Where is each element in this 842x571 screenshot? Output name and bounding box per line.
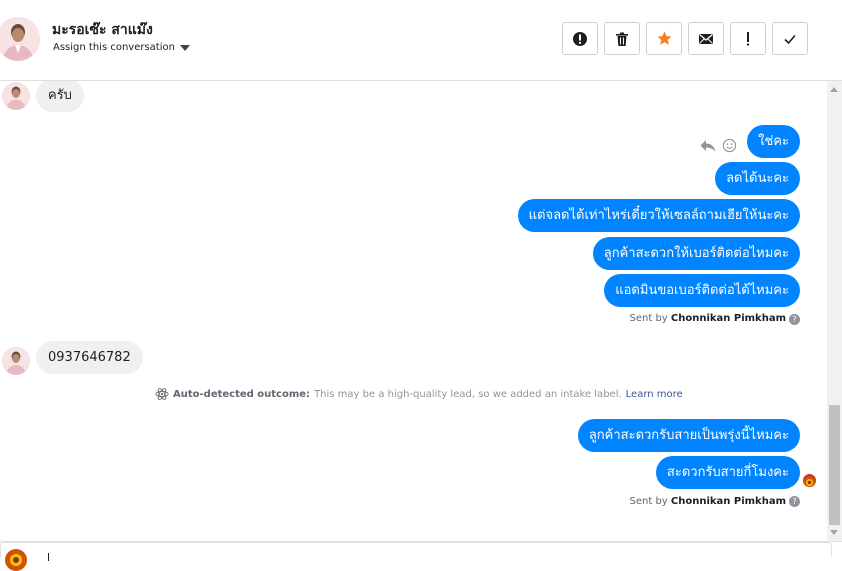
incoming-message[interactable]: 0937646782 — [36, 341, 143, 374]
action-toolbar — [562, 22, 808, 55]
seen-avatar-icon — [803, 474, 816, 487]
outgoing-message[interactable]: แต่จลดได้เท่าไหร่เดี๋ยวให้เซลล์ถามเฮียให… — [517, 199, 800, 232]
reply-input[interactable] — [0, 542, 832, 571]
sent-by-name: Chonnikan Pimkham — [670, 496, 786, 507]
reaction-smiley-icon[interactable] — [722, 138, 737, 157]
contact-avatar[interactable] — [0, 17, 40, 61]
outcome-text: This may be a high-quality lead, so we a… — [314, 388, 622, 400]
trash-icon — [616, 32, 628, 46]
conversation-header: มะรอเซ๊ะ สาแม๊ง Assign this conversation — [0, 0, 842, 81]
thread-scrollbar[interactable] — [827, 81, 842, 541]
scroll-down-arrow-icon[interactable] — [830, 530, 838, 535]
checkmark-icon — [784, 34, 796, 44]
auto-detected-outcome: Auto-detected outcome: This may be a hig… — [155, 387, 683, 401]
mark-spam-button[interactable] — [562, 22, 598, 55]
sent-by-label: Sent by Chonnikan Pimkham — [630, 496, 787, 507]
message-thread: ครับ ใช่คะ ลดได้นะคะ แต่จลดได้เท่าไหร่เด… — [0, 81, 827, 541]
reply-icon[interactable] — [700, 138, 716, 157]
sent-by-name: Chonnikan Pimkham — [670, 313, 786, 324]
star-button[interactable] — [646, 22, 682, 55]
sender-avatar — [2, 347, 30, 375]
atom-icon — [155, 388, 169, 400]
follow-up-button[interactable] — [730, 22, 766, 55]
sender-avatar — [2, 82, 30, 110]
alert-circle-icon — [573, 31, 587, 46]
sent-by-label: Sent by Chonnikan Pimkham — [630, 313, 787, 324]
message-composer — [0, 541, 842, 571]
exclamation-icon — [747, 31, 749, 45]
help-icon[interactable]: ? — [789, 314, 800, 325]
help-icon[interactable]: ? — [789, 496, 800, 507]
star-icon — [656, 31, 672, 45]
scrollbar-thumb[interactable] — [829, 405, 840, 525]
assign-label: Assign this conversation — [53, 42, 175, 53]
outgoing-message[interactable]: ลูกค้าสะดวกให้เบอร์ติดต่อไหมคะ — [592, 237, 800, 270]
envelope-icon — [699, 33, 713, 44]
outgoing-message[interactable]: ใช่คะ — [747, 125, 800, 158]
text-cursor — [48, 553, 49, 561]
outgoing-message[interactable]: แอดมินขอเบอร์ติดต่อได้ไหมคะ — [604, 274, 800, 307]
contact-name: มะรอเซ๊ะ สาแม๊ง — [52, 22, 153, 38]
mark-unread-button[interactable] — [688, 22, 724, 55]
sent-by-prefix: Sent by — [629, 496, 668, 507]
assign-conversation-dropdown[interactable]: Assign this conversation — [53, 42, 190, 53]
outcome-label: Auto-detected outcome: — [173, 388, 311, 400]
scroll-up-arrow-icon[interactable] — [830, 87, 838, 92]
page-avatar-icon — [5, 549, 27, 571]
caret-down-icon — [179, 44, 190, 51]
learn-more-link[interactable]: Learn more — [626, 389, 683, 400]
delete-button[interactable] — [604, 22, 640, 55]
outgoing-message[interactable]: ลูกค้าสะดวกรับสายเป็นพรุ่งนี้ไหมคะ — [577, 419, 800, 452]
incoming-message[interactable]: ครับ — [36, 81, 84, 112]
sent-by-prefix: Sent by — [629, 313, 668, 324]
outgoing-message[interactable]: สะดวกรับสายกี่โมงคะ — [655, 456, 800, 489]
outgoing-message[interactable]: ลดได้นะคะ — [715, 162, 800, 195]
mark-done-button[interactable] — [772, 22, 808, 55]
